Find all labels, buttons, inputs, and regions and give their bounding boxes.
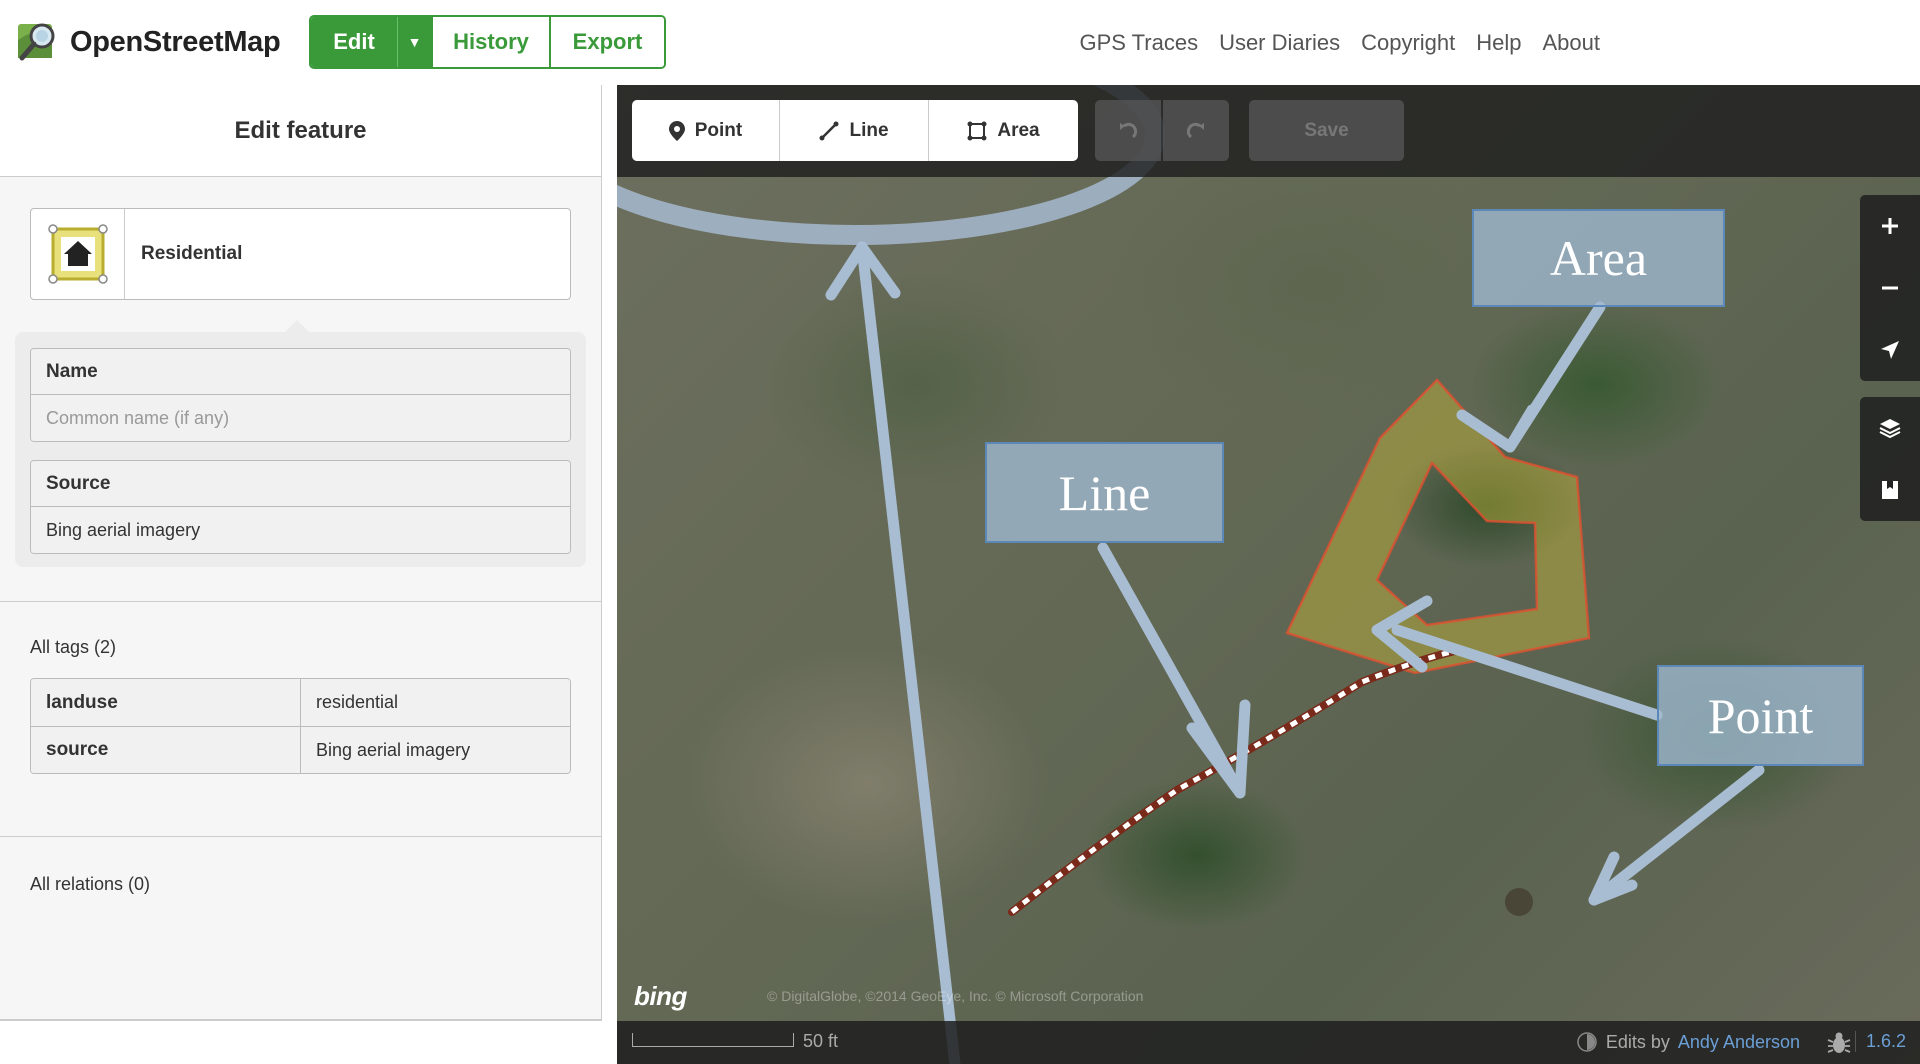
redo-button[interactable] [1163,100,1229,161]
area-callout: Area [1472,209,1725,307]
edits-by-prefix: Edits by [1605,1031,1670,1052]
editor-sidebar: Edit feature Residential Name Common nam… [0,85,602,1064]
source-input[interactable]: Bing aerial imagery [31,507,570,553]
redo-icon [1186,122,1204,138]
bing-logo: bing [634,981,687,1011]
geolocate-button[interactable] [1860,319,1920,381]
top-header: OpenStreetMap Edit ▼ History Export GPS … [0,0,1920,85]
add-point-button[interactable]: Point [632,100,780,161]
source-field-label: Source [31,461,570,507]
osm-logo[interactable]: OpenStreetMap [16,20,281,64]
annotation-arrows [825,241,1765,1064]
add-area-label: Area [997,119,1040,141]
caret-down-icon: ▼ [407,34,422,50]
plus-icon [1882,218,1898,234]
zoom-in-button[interactable] [1860,195,1920,257]
line-draw-icon [819,121,839,140]
tag-row: landuse residential [31,679,570,726]
tag-key-input[interactable]: landuse [31,679,301,726]
all-tags-toggle[interactable]: All tags (2) [30,637,116,658]
point-callout: Point [1657,665,1864,766]
section-divider [0,601,602,602]
name-field: Name Common name (if any) [30,348,571,442]
point-feature-marker[interactable] [1505,888,1533,916]
secondary-nav: GPS Traces User Diaries Copyright Help A… [1079,30,1600,56]
background-layers-button[interactable] [1860,397,1920,459]
layers-icon [1879,419,1901,439]
sidebar-header: Edit feature [0,85,601,177]
version-link[interactable]: 1.6.2 [1854,1031,1906,1052]
tags-table: landuse residential source Bing aerial i… [30,678,571,774]
scale-label: 50 ft [803,1031,839,1051]
edits-by: Edits by Andy Anderson [1576,1031,1800,1053]
preset-icon-box [31,209,125,299]
tag-key-input[interactable]: source [31,727,301,773]
sidebar-footer [0,1020,602,1064]
bug-report-icon[interactable] [1826,1030,1852,1056]
osm-logo-icon [18,23,55,61]
preset-fields: Name Common name (if any) Source Bing ae… [15,320,586,567]
nav-user-diaries[interactable]: User Diaries [1219,30,1340,56]
add-line-button[interactable]: Line [780,100,929,161]
locate-arrow-icon [1881,341,1899,359]
nav-help[interactable]: Help [1476,30,1521,56]
preset-selector[interactable]: Residential [30,208,571,300]
brand-name: OpenStreetMap [70,25,281,58]
control-gap [1860,381,1920,397]
edit-tab-group: Edit ▼ History Export [309,15,666,69]
tag-value-input[interactable]: residential [301,679,570,726]
source-field: Source Bing aerial imagery [30,460,571,554]
zoom-out-button[interactable] [1860,257,1920,319]
scale-bar [632,1033,794,1047]
edit-dropdown-button[interactable]: ▼ [398,17,433,67]
imagery-attribution[interactable]: © DigitalGlobe, ©2014 GeoEye, Inc. © Mic… [767,988,1143,1004]
add-area-button[interactable]: Area [929,100,1078,161]
minus-icon [1882,286,1898,290]
residential-house-icon [47,224,108,284]
residential-area-polygon[interactable] [1285,378,1591,675]
line-callout: Line [985,442,1224,543]
preset-name: Residential [141,243,243,264]
all-relations-toggle[interactable]: All relations (0) [30,874,150,895]
section-divider [0,836,602,837]
nav-about[interactable]: About [1543,30,1601,56]
add-mode-buttons: Point Line Area [632,100,1078,161]
nav-gps-traces[interactable]: GPS Traces [1079,30,1198,56]
add-point-label: Point [694,119,743,141]
edit-tab[interactable]: Edit [311,17,398,67]
sidebar-title: Edit feature [234,116,367,144]
area-draw-icon [967,121,987,140]
point-pin-icon [668,120,685,141]
map-toolbar: Point Line Area Save [617,85,1920,177]
tag-value-input[interactable]: Bing aerial imagery [301,727,570,773]
history-tab[interactable]: History [433,17,551,67]
add-line-label: Line [849,119,889,141]
nav-copyright[interactable]: Copyright [1361,30,1455,56]
export-tab[interactable]: Export [551,17,664,67]
tag-row: source Bing aerial imagery [31,726,570,773]
user-avatar-icon [1577,1032,1597,1052]
map-footer: 50 ft Edits by Andy Anderson 1.6.2 [617,1021,1920,1064]
save-button[interactable]: Save [1249,100,1404,161]
name-input[interactable]: Common name (if any) [31,395,570,441]
map-controls [1860,195,1920,521]
map-data-button[interactable] [1860,459,1920,521]
edits-by-user-link[interactable]: Andy Anderson [1678,1032,1800,1053]
undo-button[interactable] [1095,100,1161,161]
undo-icon [1120,122,1138,138]
name-field-label: Name [31,349,570,395]
map-canvas[interactable]: Point Line Area Save Area Line Point bin… [617,85,1920,1064]
map-data-icon [1882,481,1898,499]
